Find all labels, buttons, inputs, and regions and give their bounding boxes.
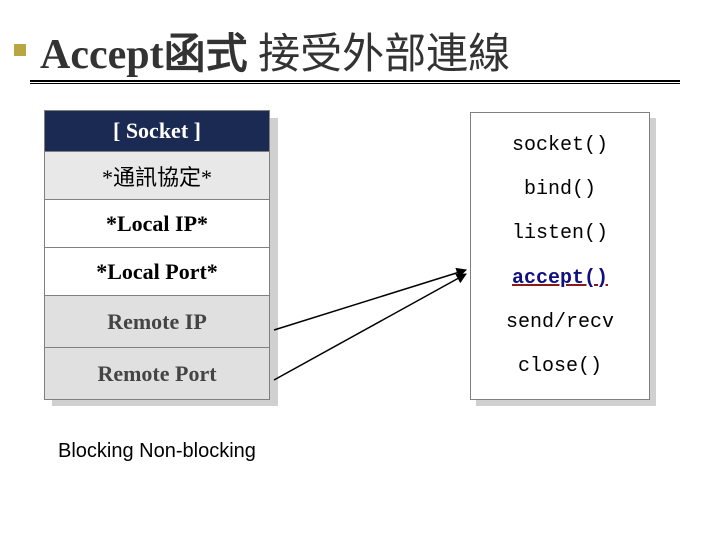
socket-table-body: [ Socket ] *通訊協定* *Local IP* *Local Port… bbox=[44, 110, 270, 400]
api-bind: bind() bbox=[471, 178, 649, 201]
title-underline bbox=[30, 80, 680, 84]
footer-text: Blocking Non-blocking bbox=[58, 440, 256, 463]
socket-row-proto: *通訊協定* bbox=[45, 151, 269, 199]
socket-row-remote-port: Remote Port bbox=[45, 347, 269, 399]
title-bold: Accept函式 bbox=[40, 32, 248, 78]
api-listen: listen() bbox=[471, 222, 649, 245]
api-list-body: socket() bind() listen() accept() send/r… bbox=[470, 112, 650, 400]
socket-row-local-port: *Local Port* bbox=[45, 247, 269, 295]
arrows-svg bbox=[260, 240, 490, 420]
page-title: Accept函式 接受外部連線 bbox=[40, 20, 660, 89]
socket-row-remote-ip: Remote IP bbox=[45, 295, 269, 347]
title-thin: 接受外部連線 bbox=[248, 32, 511, 78]
api-accept-label: accept() bbox=[512, 267, 608, 290]
socket-row-local-ip: *Local IP* bbox=[45, 199, 269, 247]
api-accept: accept() bbox=[471, 267, 649, 290]
api-list: socket() bind() listen() accept() send/r… bbox=[470, 112, 650, 400]
arrow-remote-port-to-accept bbox=[274, 274, 466, 380]
arrow-remote-ip-to-accept bbox=[274, 270, 466, 330]
accent-square bbox=[14, 44, 26, 56]
socket-table: [ Socket ] *通訊協定* *Local IP* *Local Port… bbox=[44, 110, 270, 400]
api-close: close() bbox=[471, 355, 649, 378]
socket-header: [ Socket ] bbox=[45, 111, 269, 151]
api-sendrecv: send/recv bbox=[471, 311, 649, 334]
api-socket: socket() bbox=[471, 134, 649, 157]
